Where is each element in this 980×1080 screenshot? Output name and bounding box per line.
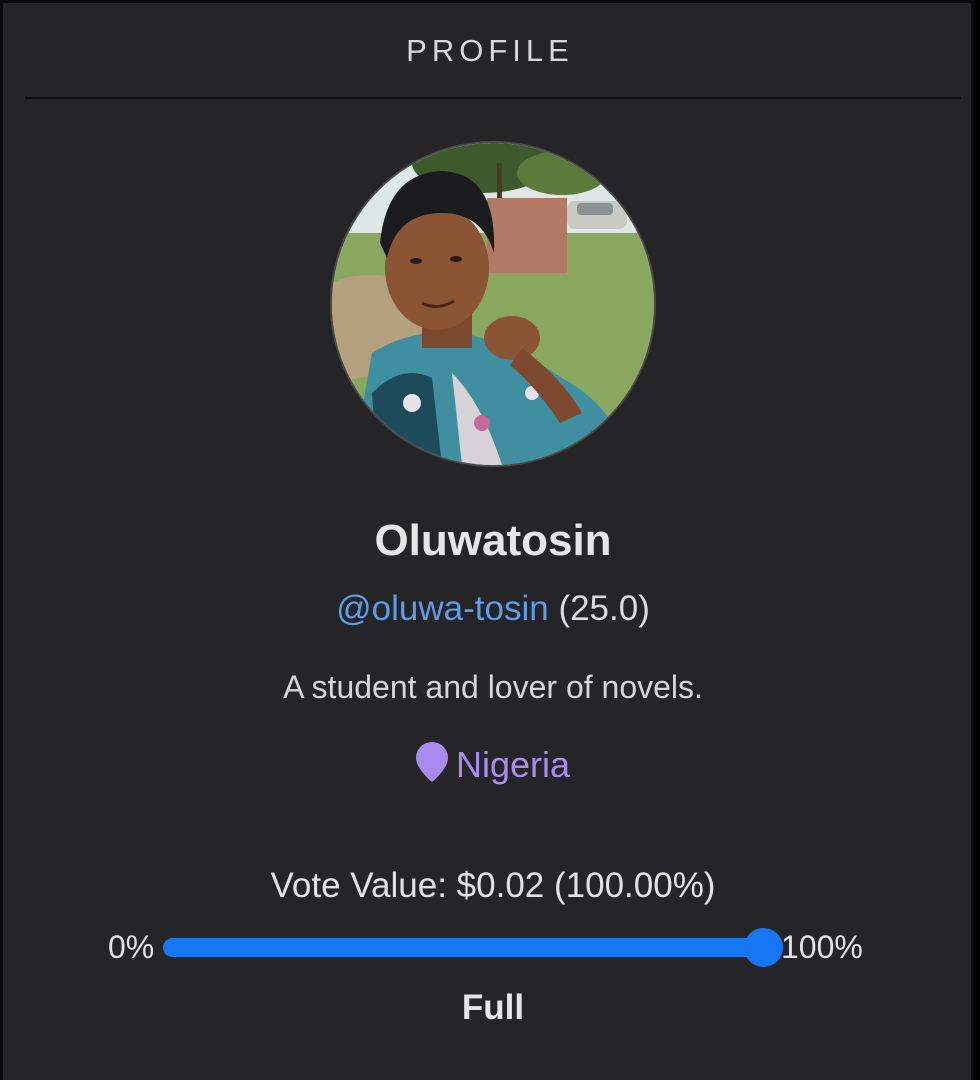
slider-fill: [163, 938, 763, 957]
profile-handle-line: @oluwa-tosin (25.0): [3, 589, 980, 629]
header-divider: [25, 97, 961, 99]
profile-location: Nigeria: [3, 742, 980, 791]
vote-weight-slider[interactable]: [163, 928, 783, 967]
panel-title: PROFILE: [406, 33, 574, 68]
profile-handle-link[interactable]: @oluwa-tosin: [336, 589, 549, 628]
slider-max-label: 100%: [781, 929, 863, 965]
map-pin-icon: [415, 742, 448, 791]
slider-min-label: 0%: [108, 929, 155, 965]
avatar[interactable]: [330, 141, 656, 467]
profile-name: Oluwatosin: [374, 516, 612, 565]
slider-thumb[interactable]: [744, 928, 783, 967]
location-text: Nigeria: [455, 744, 571, 785]
reputation-score: (25.0): [558, 589, 650, 628]
avatar-photo: [332, 143, 654, 465]
vote-value-label: Vote Value: $0.02 (100.00%): [270, 866, 716, 905]
profile-panel: PROFILE Oluwatosin @oluwa-tosin (25.0) A…: [0, 0, 974, 1080]
vote-mode-label: Full: [461, 988, 525, 1027]
profile-bio: A student and lover of novels.: [283, 669, 703, 705]
